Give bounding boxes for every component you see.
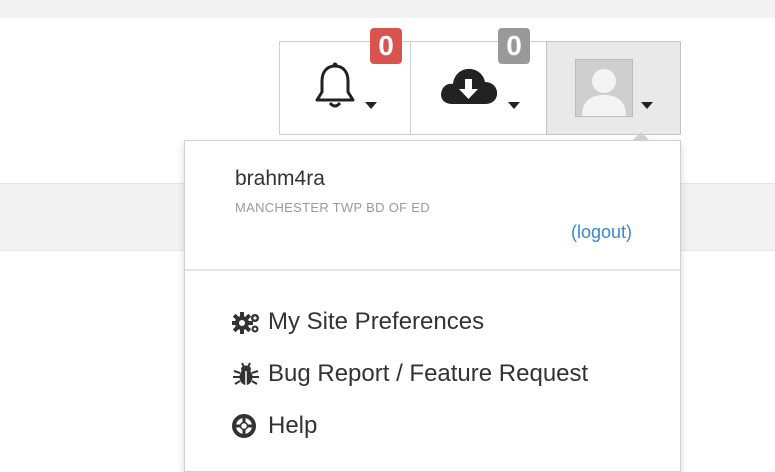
download-count-badge: 0 (498, 28, 530, 64)
bug-icon (232, 362, 262, 386)
header-toolbar: 0 0 (279, 28, 681, 135)
lifebuoy-icon (232, 414, 262, 438)
menu-item-label: My Site Preferences (268, 308, 485, 335)
chevron-down-icon (365, 101, 377, 109)
menu-item-help[interactable]: Help (232, 400, 588, 452)
username: brahm4ra (235, 167, 325, 190)
notification-count-badge: 0 (370, 28, 402, 64)
menu-divider (185, 269, 680, 271)
downloads-button[interactable]: 0 (410, 28, 547, 135)
user-menu-button[interactable] (546, 41, 681, 135)
dropdown-menu-list: My Site Preferences Bug Report / Feature… (232, 296, 588, 452)
bell-icon (313, 62, 357, 115)
menu-item-label: Help (268, 412, 318, 439)
organization-name: MANCHESTER TWP BD OF ED (235, 200, 430, 215)
chevron-down-icon (640, 101, 653, 109)
user-dropdown-menu: brahm4ra MANCHESTER TWP BD OF ED (logout… (184, 132, 681, 472)
gears-icon (232, 310, 262, 334)
cloud-download-icon (438, 64, 500, 113)
top-strip (0, 0, 775, 18)
menu-item-label: Bug Report / Feature Request (268, 360, 589, 387)
notifications-button[interactable]: 0 (279, 28, 411, 135)
chevron-down-icon (507, 101, 520, 109)
dropdown-arrow (632, 132, 650, 141)
user-avatar-icon (574, 59, 633, 117)
menu-item-bug-report[interactable]: Bug Report / Feature Request (232, 348, 588, 400)
logout-link[interactable]: (logout) (571, 222, 632, 243)
menu-item-site-preferences[interactable]: My Site Preferences (232, 296, 588, 348)
